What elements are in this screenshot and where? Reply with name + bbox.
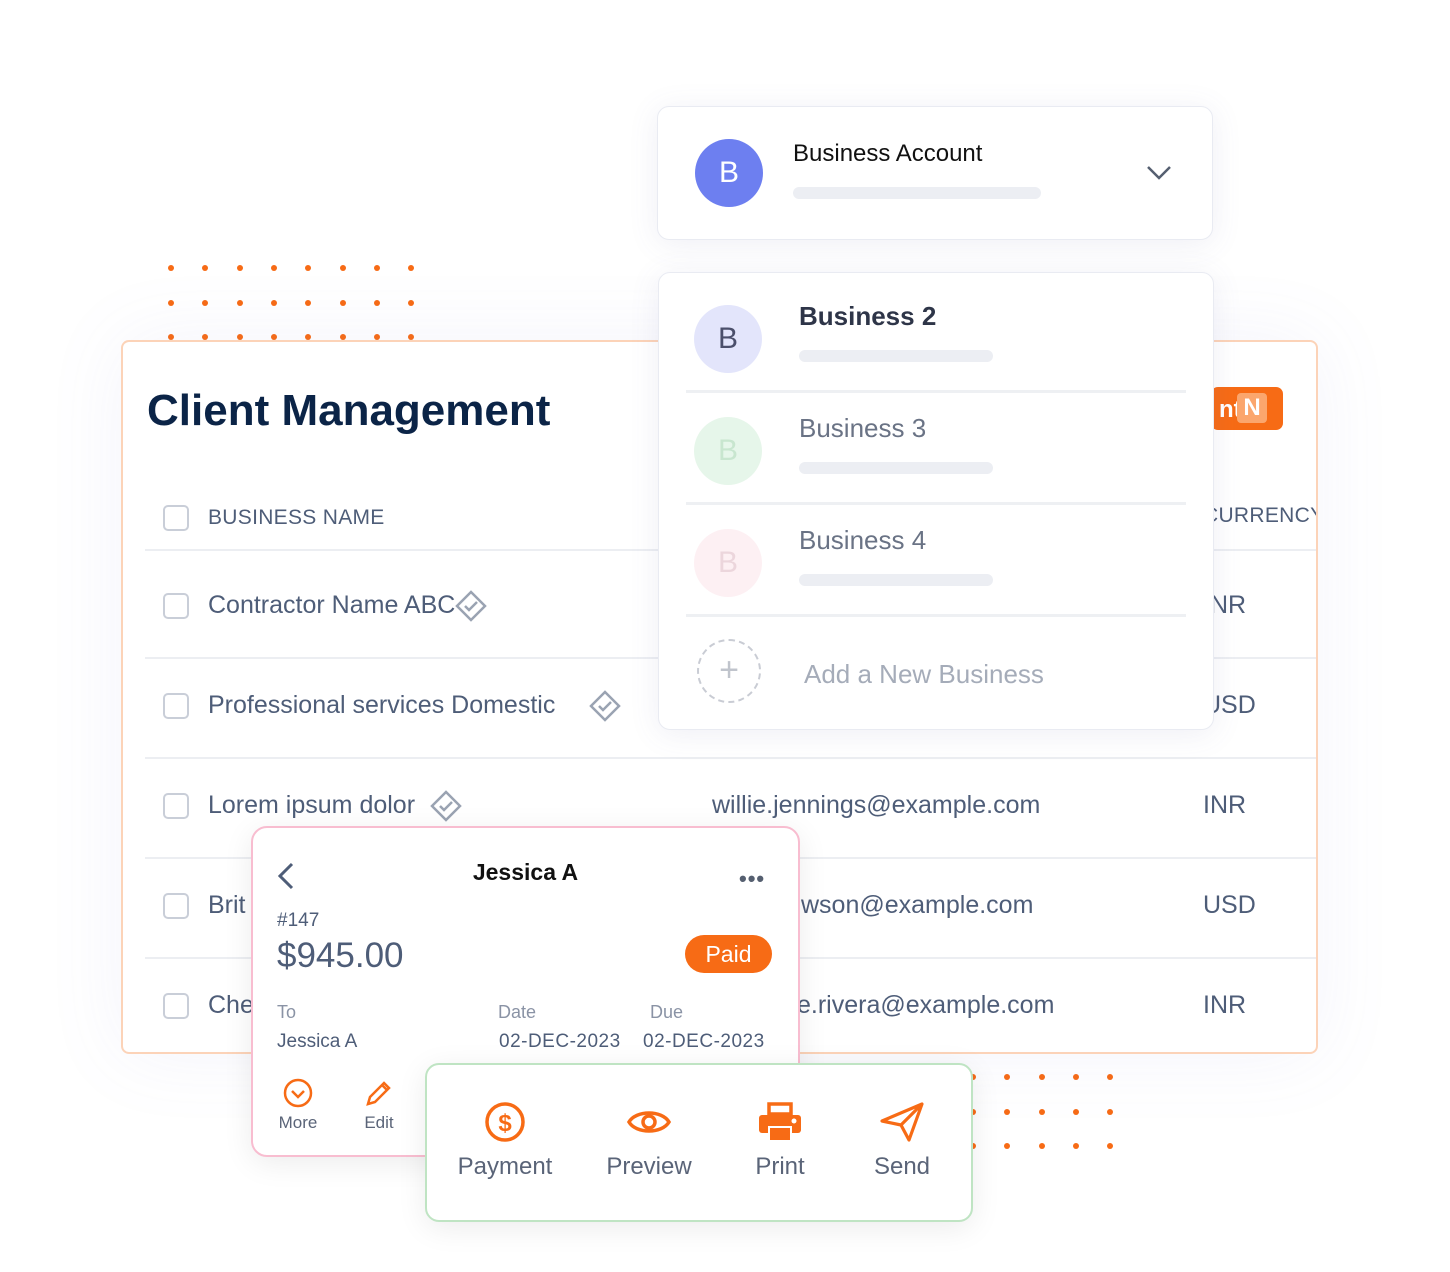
dot	[1038, 1108, 1045, 1115]
currency: INR	[1203, 991, 1247, 1019]
payment-button[interactable]: $ Payment	[455, 1101, 555, 1181]
row-checkbox[interactable]	[163, 593, 189, 619]
email: e.rivera@example.com	[797, 991, 1055, 1019]
dot	[236, 299, 243, 306]
dot	[305, 299, 312, 306]
date-value: 02-DEC-2023	[499, 1031, 621, 1052]
invoice-number: #147	[277, 910, 320, 931]
preview-button[interactable]: Preview	[605, 1101, 693, 1181]
dot	[168, 265, 174, 271]
current-account-name: Business Account	[793, 140, 983, 167]
dot	[339, 265, 346, 271]
more-options-icon[interactable]: •••	[739, 866, 765, 892]
row-checkbox[interactable]	[163, 693, 189, 719]
edit-button[interactable]: Edit	[359, 1078, 399, 1133]
account-dropdown: B Business 2 B Business 3 B Business 4 + Add …	[658, 272, 1214, 730]
chevron-down-icon[interactable]	[1146, 165, 1172, 181]
due-label: Due	[650, 1002, 684, 1022]
invoice-title: Jessica A	[472, 859, 579, 885]
send-button[interactable]: Send	[869, 1101, 935, 1181]
dot	[1004, 1074, 1011, 1080]
dot	[236, 265, 243, 271]
pencil-icon	[366, 1081, 391, 1106]
business-option[interactable]: Business 3	[799, 413, 926, 444]
business-name[interactable]: Brit	[208, 891, 246, 920]
action-label: Payment	[457, 1153, 553, 1180]
select-all-checkbox[interactable]	[163, 505, 189, 531]
dot	[168, 299, 174, 306]
dot	[1004, 1143, 1011, 1149]
invoice-amount: $945.00	[277, 936, 404, 975]
verified-badge-icon	[455, 590, 487, 627]
business-name[interactable]: Professional services Domestic	[208, 691, 555, 720]
column-header-business-name: BUSINESS NAME	[208, 506, 385, 529]
row-checkbox[interactable]	[163, 993, 189, 1019]
date-label: Date	[498, 1002, 537, 1022]
to-value: Jessica A	[277, 1031, 358, 1052]
dot	[373, 299, 380, 306]
due-value: 02-DEC-2023	[643, 1031, 765, 1052]
dot	[1107, 1108, 1114, 1115]
dollar-circle-icon: $	[455, 1101, 555, 1143]
dot	[1072, 1074, 1079, 1080]
currency: USD	[1203, 891, 1256, 919]
business-name[interactable]: Lorem ipsum dolor	[208, 791, 415, 820]
dot	[270, 265, 277, 271]
account-switcher[interactable]: B Business Account	[657, 106, 1213, 240]
invoice-actions-card: $ Payment Preview Print Send	[425, 1063, 973, 1222]
dot	[1038, 1143, 1045, 1149]
dot	[202, 265, 209, 271]
chevron-circle-icon	[283, 1078, 313, 1108]
business-option[interactable]: Business 2	[799, 301, 936, 332]
row-checkbox[interactable]	[163, 793, 189, 819]
dot	[373, 265, 380, 271]
printer-icon	[745, 1101, 815, 1143]
eye-icon	[605, 1101, 693, 1143]
print-button[interactable]: Print	[745, 1101, 815, 1181]
verified-badge-icon	[589, 690, 621, 727]
more-button[interactable]: More	[275, 1078, 321, 1133]
dot	[1107, 1143, 1114, 1149]
row-checkbox[interactable]	[163, 893, 189, 919]
dot	[408, 265, 415, 271]
email: wson@example.com	[801, 891, 1034, 919]
dot	[1004, 1108, 1011, 1115]
action-label: Print	[755, 1153, 805, 1180]
svg-text:$: $	[498, 1110, 512, 1137]
page-title: Client Management	[147, 386, 551, 435]
dot	[202, 299, 209, 306]
dot	[1072, 1108, 1079, 1115]
email: willie.jennings@example.com	[712, 791, 1041, 819]
avatar[interactable]: B	[694, 417, 762, 485]
shortcut-badge: N	[1237, 393, 1267, 423]
edit-label: Edit	[364, 1113, 394, 1132]
to-label: To	[277, 1002, 297, 1022]
currency: INR	[1203, 791, 1247, 819]
add-client-button[interactable]: nt N	[1211, 387, 1283, 430]
dot	[1038, 1074, 1045, 1080]
avatar[interactable]: B	[694, 529, 762, 597]
dot	[270, 299, 277, 306]
business-option[interactable]: Business 4	[799, 525, 926, 556]
verified-badge-icon	[430, 790, 463, 827]
dot	[1072, 1143, 1079, 1149]
send-icon	[869, 1101, 935, 1143]
dot	[305, 265, 312, 271]
business-name[interactable]: Che	[208, 991, 254, 1020]
add-new-business[interactable]: Add a New Business	[804, 659, 1044, 690]
action-label: Send	[873, 1153, 931, 1180]
dot	[408, 299, 415, 306]
avatar[interactable]: B	[694, 305, 762, 373]
column-header-currency: CURRENCY	[1203, 504, 1318, 527]
dot	[1107, 1074, 1114, 1080]
avatar: B	[695, 139, 763, 207]
business-name[interactable]: Contractor Name ABC	[208, 591, 455, 620]
more-label: More	[278, 1113, 318, 1132]
status-badge: Paid	[685, 935, 772, 973]
dot	[339, 299, 346, 306]
plus-icon[interactable]: +	[697, 639, 761, 703]
action-label: Preview	[606, 1153, 692, 1180]
